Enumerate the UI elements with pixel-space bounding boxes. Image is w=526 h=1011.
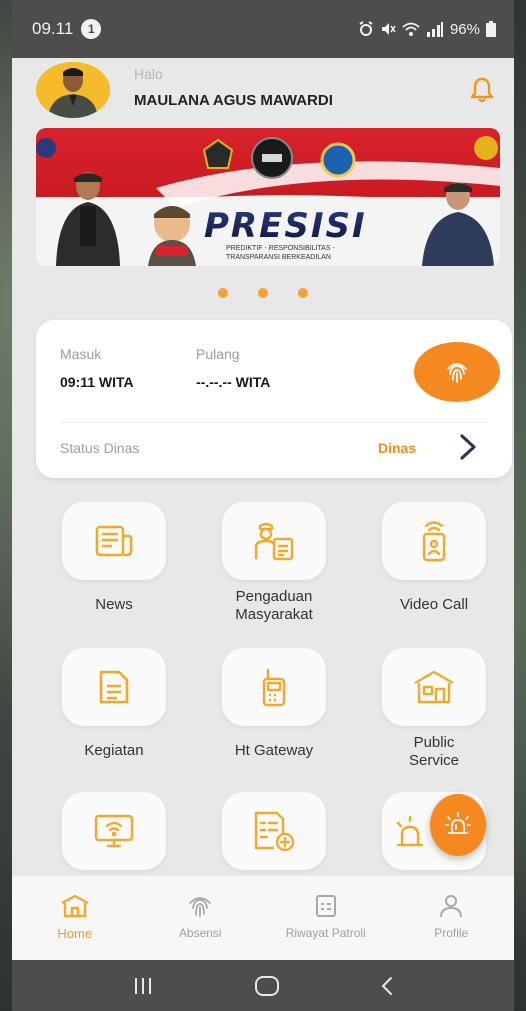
menu-label: Ht Gateway: [234, 742, 314, 759]
mute-icon: [381, 23, 396, 35]
activity-document-icon: [99, 670, 129, 704]
walkie-talkie-icon: [262, 669, 286, 707]
notification-count-badge: 1: [81, 19, 102, 39]
monitor-wifi-icon: [94, 814, 134, 848]
signal-icon: [426, 22, 443, 37]
fingerprint-icon: [189, 897, 212, 917]
status-dinas-value[interactable]: Dinas: [378, 440, 416, 456]
fingerprint-icon: [447, 363, 467, 383]
menu-label: Public Service: [408, 734, 460, 769]
menu-label: News: [95, 596, 133, 613]
masuk-time: 09:11 WITA: [60, 374, 134, 390]
fingerprint-checkin-button[interactable]: [414, 342, 500, 402]
video-call-icon: [422, 521, 446, 562]
nav-label: Riwayat Patroli: [285, 926, 366, 940]
menu-label: Video Call: [399, 596, 469, 613]
menu-label: Kegiatan: [84, 742, 144, 759]
pulang-label: Pulang: [196, 346, 240, 362]
user-header: Halo MAULANA AGUS MAWARDI: [36, 62, 496, 118]
banner-tagline: PREDIKTIF - RESPONSIBILITAS - TRANSPARAN…: [226, 244, 335, 262]
home-button-icon[interactable]: [254, 975, 280, 997]
home-content[interactable]: Halo MAULANA AGUS MAWARDI PRESISI PREDIK…: [12, 58, 514, 876]
nav-profile[interactable]: Profile: [389, 876, 515, 960]
news-icon: [95, 525, 133, 557]
menu-tile[interactable]: [62, 502, 166, 580]
carousel-dot[interactable]: [298, 288, 308, 298]
nav-label: Profile: [434, 926, 469, 940]
card-divider: [60, 422, 488, 423]
menu-tile[interactable]: [382, 648, 486, 726]
carousel-indicator: [12, 288, 514, 298]
siren-icon: [396, 815, 424, 847]
greeting-text: Halo: [134, 66, 163, 82]
carousel-dot[interactable]: [258, 288, 268, 298]
status-dinas-label: Status Dinas: [60, 440, 140, 456]
status-bar: 09.11 1 96%: [12, 0, 514, 58]
bell-icon[interactable]: [468, 76, 496, 104]
system-navigation-bar: [12, 960, 514, 1011]
banner-title: PRESISI: [204, 206, 367, 246]
complaint-icon: [254, 522, 294, 561]
home-icon: [61, 894, 89, 918]
recent-apps-icon[interactable]: [131, 976, 155, 996]
menu-tile[interactable]: [222, 792, 326, 870]
promo-banner[interactable]: PRESISI PREDIKTIF - RESPONSIBILITAS - TR…: [36, 128, 500, 266]
wifi-icon: [402, 22, 420, 36]
officer-photo: [36, 62, 110, 118]
banner-tagline-line1: PREDIKTIF - RESPONSIBILITAS -: [226, 245, 335, 252]
public-service-icon: [414, 670, 454, 704]
battery-percent: 96%: [449, 20, 480, 38]
menu-tile[interactable]: [382, 502, 486, 580]
menu-tile[interactable]: [222, 648, 326, 726]
nav-riwayat-patroli[interactable]: Riwayat Patroli: [263, 876, 389, 960]
nav-home[interactable]: Home: [12, 876, 138, 960]
siren-icon: [445, 812, 471, 834]
nav-absensi[interactable]: Absensi: [138, 876, 264, 960]
alarm-icon: [359, 21, 373, 36]
attendance-card: Masuk 09:11 WITA Pulang --.--.-- WITA St…: [36, 320, 512, 478]
masuk-label: Masuk: [60, 346, 102, 362]
phone-screen: 09.11 1 96% Halo MAULANA AGUS MAWARDI PR…: [12, 0, 514, 1011]
battery-icon: [486, 21, 496, 37]
emergency-alarm-button[interactable]: [430, 794, 486, 856]
nav-label: Absensi: [178, 926, 222, 940]
bottom-navigation: Home Absensi Riwayat Patroli Profile: [12, 876, 514, 960]
emblem-left-icon: [202, 138, 234, 169]
menu-tile[interactable]: [62, 792, 166, 870]
chevron-right-icon[interactable]: [456, 432, 480, 462]
avatar[interactable]: [36, 62, 110, 118]
back-icon[interactable]: [379, 975, 395, 997]
user-icon: [440, 895, 463, 918]
menu-tile[interactable]: [222, 502, 326, 580]
user-name: MAULANA AGUS MAWARDI: [134, 92, 333, 109]
status-time: 09.11: [32, 19, 74, 38]
banner-tagline-line2: TRANSPARANSI BERKEADILAN: [226, 254, 331, 261]
menu-label: Pengaduan Masyarakat: [235, 588, 313, 623]
nav-label: Home: [57, 926, 93, 941]
carousel-dot[interactable]: [218, 288, 228, 298]
pulang-time: --.--.-- WITA: [196, 374, 271, 390]
add-report-icon: [254, 811, 295, 852]
document-icon: [315, 895, 336, 917]
menu-tile[interactable]: [62, 648, 166, 726]
